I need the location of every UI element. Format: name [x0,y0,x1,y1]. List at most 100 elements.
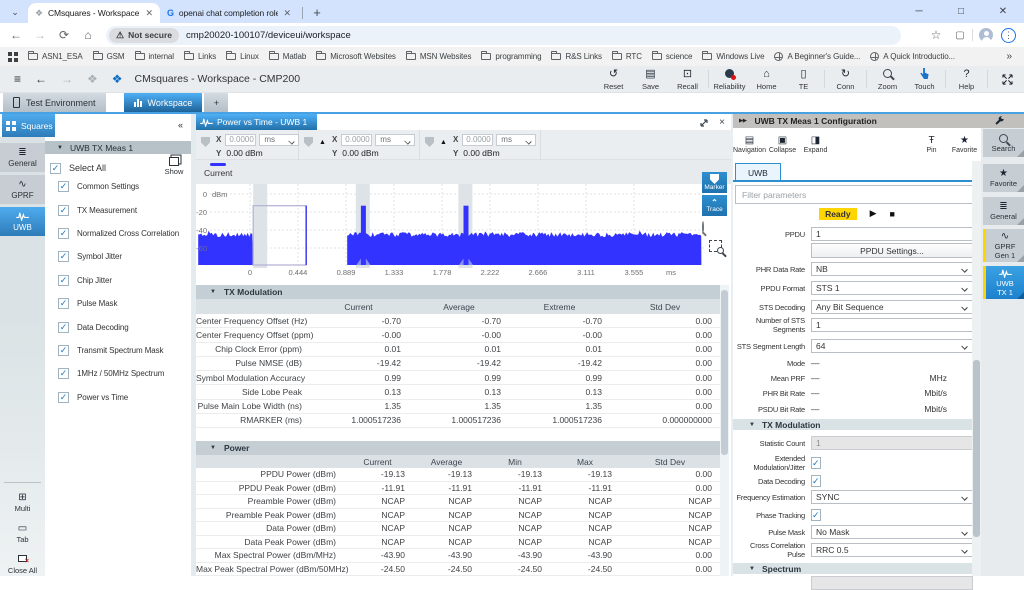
security-chip[interactable]: ⚠Not secure [109,28,179,43]
item-checkbox[interactable]: ✓ [58,275,69,286]
bookmark-item[interactable]: Links [184,52,216,61]
field-input[interactable]: 1 [811,227,973,241]
field-checkbox[interactable]: ✓ [811,509,821,521]
item-checkbox[interactable]: ✓ [58,251,69,262]
app-menu-icon[interactable]: ≡ [14,72,21,86]
select-all-checkbox[interactable]: ✓ [50,163,61,174]
bookmark-item[interactable]: Microsoft Websites [316,52,396,61]
extensions-icon[interactable]: ▢ [948,30,972,41]
panel-collapse-icon[interactable]: ▶▶ [739,118,746,124]
filter-parameters-input[interactable]: Filter parameters [735,185,979,204]
favorite-button[interactable]: ★Favorite [948,135,981,154]
measurement-item[interactable]: ✓Normalized Cross Correlation [58,222,191,245]
fullscreen-button[interactable] [990,66,1024,92]
item-checkbox[interactable]: ✓ [58,392,69,403]
bookmark-item[interactable]: internal [135,52,174,61]
window-close-button[interactable]: ✕ [982,6,1024,17]
browser-tab[interactable]: ❖CMsquares - Workspace - CMP✕ [28,3,160,23]
bookmark-item[interactable]: A Beginner's Guide... [774,52,860,61]
zoom-button[interactable]: Zoom [869,66,906,92]
tables-scrollbar-thumb[interactable] [721,290,728,455]
measurement-item[interactable]: ✓1MHz / 50MHz Spectrum [58,362,191,385]
item-checkbox[interactable]: ✓ [58,322,69,333]
tab-search-chevron[interactable]: ⌄ [4,3,26,21]
save-button[interactable]: ▤Save [632,66,669,92]
profile-avatar[interactable] [979,28,993,42]
bookmark-item[interactable]: MSN Websites [406,52,472,61]
sidebar-collapse-icon[interactable]: « [178,120,183,130]
marker-x-input[interactable]: 0.0000 [225,134,256,146]
item-checkbox[interactable]: ✓ [58,368,69,379]
measurement-item[interactable]: ✓Power vs Time [58,386,191,409]
touch-button[interactable]: Touch [906,66,943,92]
tab-button[interactable]: ▭Tab [0,523,45,544]
app-back-icon[interactable]: ← [35,72,47,86]
navigation-button[interactable]: ▤Navigation [733,135,766,154]
browser-tab[interactable]: Gopenai chat completion roles -✕ [160,3,298,23]
measurement-item[interactable]: ✓Transmit Spectrum Mask [58,339,191,362]
stop-button[interactable]: ■ [890,209,895,219]
tab-close-icon[interactable]: ✕ [284,8,291,19]
tab-close-icon[interactable]: ✕ [146,8,153,19]
bookmark-item[interactable]: Windows Live [702,52,764,61]
chart-plot[interactable]: 0dBm-20-40-6000.4440.8891.3331.7782.2222… [196,184,706,284]
bookmark-item[interactable]: A Quick Introductio... [870,52,955,61]
tab-workspace[interactable]: Workspace [124,93,203,112]
app-forward-icon[interactable]: → [61,72,73,86]
measurement-item[interactable]: ✓TX Measurement [58,198,191,221]
ppdu-settings-button[interactable]: PPDU Settings... [811,243,973,258]
bookmark-item[interactable]: GSM [93,52,125,61]
field-select[interactable]: No Mask [811,525,973,539]
field-checkbox[interactable]: ✓ [811,457,821,469]
back-button[interactable]: ← [4,28,28,42]
squares-tab[interactable]: Squares [2,114,55,137]
field-select[interactable]: 64 [811,339,973,353]
home-button[interactable]: ⌂ [76,28,100,42]
item-checkbox[interactable]: ✓ [58,345,69,356]
field-input[interactable] [811,576,973,590]
strip-tab-search[interactable]: Search [983,129,1024,157]
apps-grid-icon[interactable] [8,52,18,62]
chart-view-tab[interactable]: Power vs Time - UWB 1 [196,114,317,130]
strip-tab-favorite[interactable]: ★Favorite [983,164,1024,192]
field-select[interactable]: RRC 0.5 [811,543,973,557]
strip-tab-uwb-tx-1[interactable]: UWBTX 1 [983,266,1024,299]
bookmark-item[interactable]: ASN1_ESA [28,52,83,61]
reliability-button[interactable]: Reliability [711,66,748,92]
wrench-icon[interactable] [995,116,1005,128]
bookmark-item[interactable]: RTC [612,52,642,61]
legend-current[interactable]: Current [204,163,232,178]
run-button[interactable]: ▶ [870,208,877,219]
new-tab-button[interactable]: + [307,2,327,22]
tables-scrollbar[interactable] [720,285,729,576]
reset-button[interactable]: ↺Reset [595,66,632,92]
recall-button[interactable]: ⊡Recall [669,66,706,92]
bookmark-item[interactable]: R&S Links [551,52,601,61]
bookmark-item[interactable]: Matlab [269,52,306,61]
te-button[interactable]: ▯TE [785,66,822,92]
window-minimize-button[interactable]: ─ [898,6,940,17]
expand-button[interactable]: ◨Expand [799,135,832,154]
rail-tab-gprf[interactable]: ∿GPRF [0,175,45,204]
config-scrollbar-thumb[interactable] [973,360,980,537]
item-checkbox[interactable]: ✓ [58,298,69,309]
measurement-group-header[interactable]: ▼UWB TX Meas 1 [45,141,191,154]
field-input[interactable]: 1 [811,318,973,332]
marker-button[interactable]: Marker [702,172,727,193]
window-maximize-button[interactable]: □ [940,6,982,17]
bookmark-item[interactable]: programming [481,52,541,61]
bookmark-item[interactable]: science [652,52,692,61]
form-section-header[interactable]: ▼Spectrum [733,563,973,574]
section-header[interactable]: ▼TX Modulation [196,285,720,299]
help-button[interactable]: ?Help [948,66,985,92]
strip-tab-gprf-gen-1[interactable]: ∿GPRFGen 1 [983,229,1024,262]
pin-button[interactable]: ŦPin [915,135,948,154]
panel-expand-icon[interactable] [699,118,709,128]
config-tab-uwb[interactable]: UWB [735,163,781,181]
marker-x-input[interactable]: 0.0000 [341,134,372,146]
show-button[interactable]: Show [161,154,187,176]
config-scrollbar[interactable] [972,161,981,576]
rail-tab-uwb[interactable]: UWB [0,207,45,236]
collapse-button[interactable]: ▣Collapse [766,135,799,154]
add-workspace-tab-button[interactable]: + [204,93,228,112]
